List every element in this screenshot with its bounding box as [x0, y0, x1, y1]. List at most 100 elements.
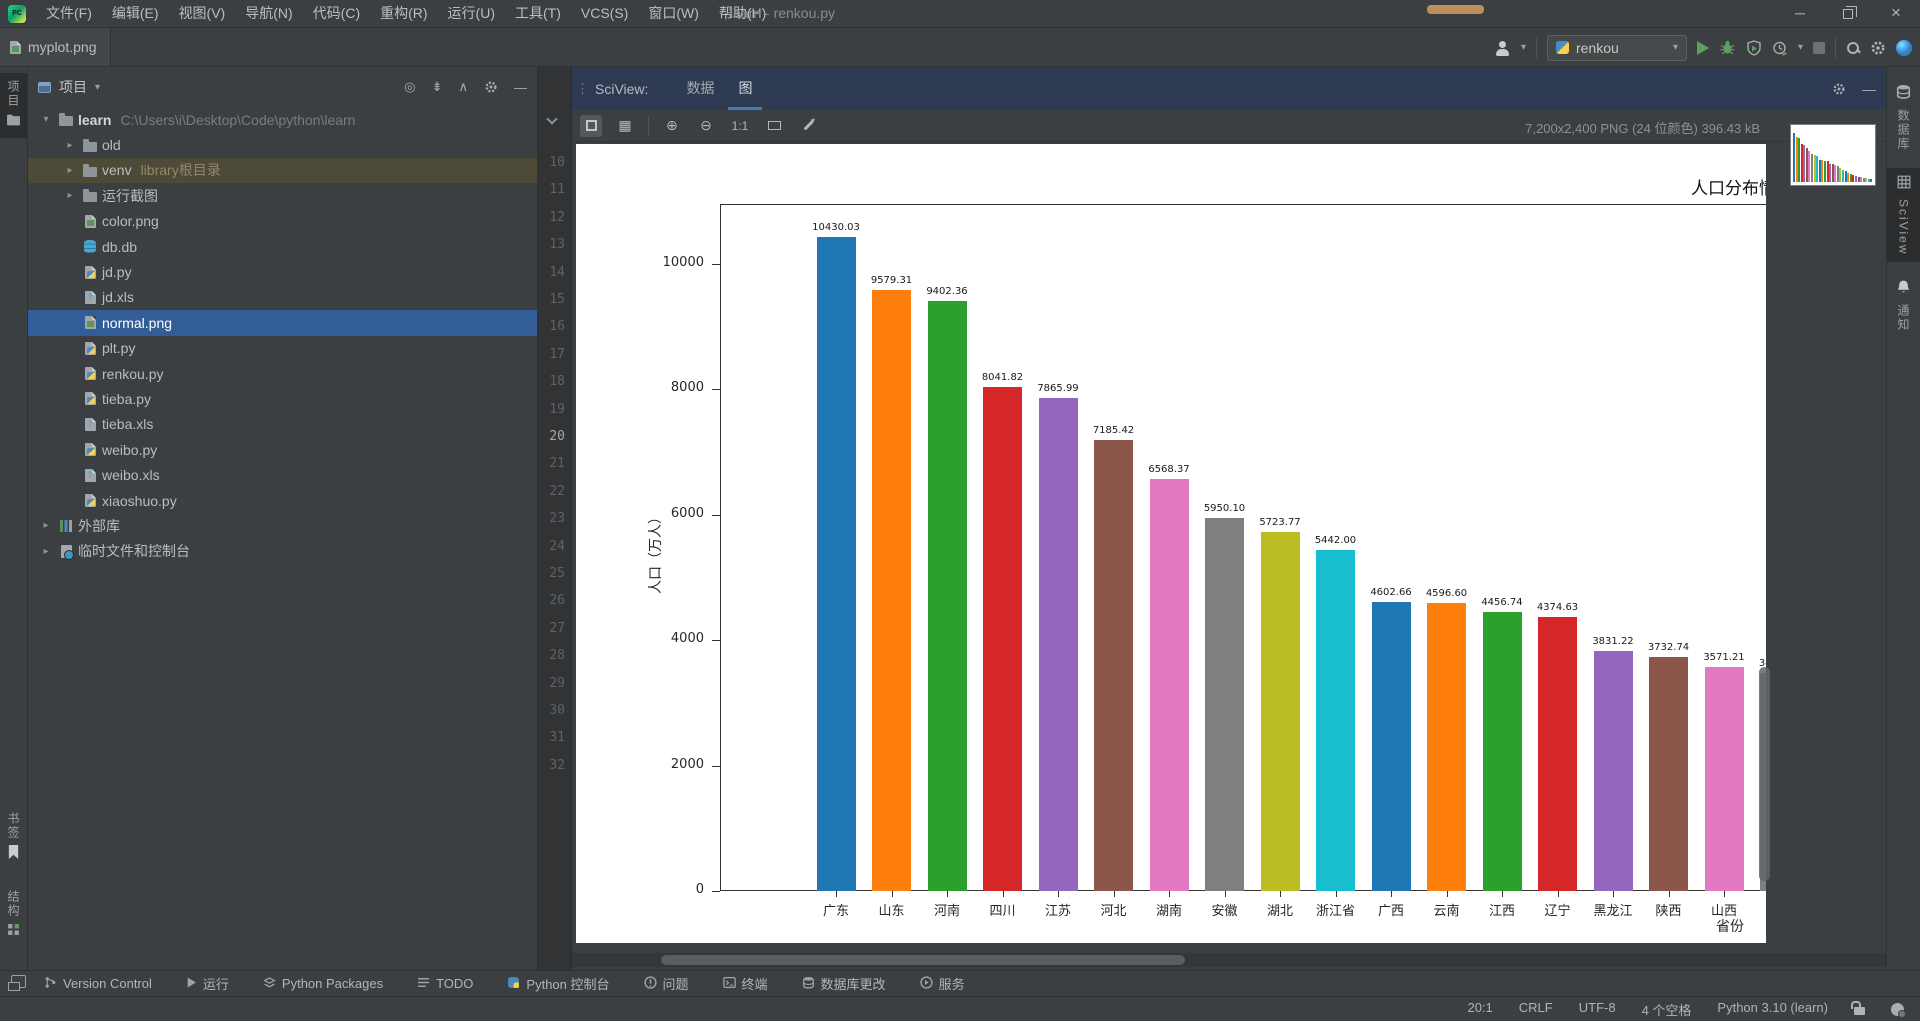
gear-icon[interactable] [1832, 82, 1846, 96]
status-4 个空格[interactable]: 4 个空格 [1642, 1000, 1692, 1019]
tool-button-TODO[interactable]: TODO [417, 976, 473, 992]
edit-icon[interactable] [797, 115, 819, 137]
tree-item-color.png[interactable]: color.png [28, 209, 537, 234]
y-tick-label: 8000 [576, 380, 704, 395]
tree-item-xiaoshuo.py[interactable]: xiaoshuo.py [28, 488, 537, 513]
tree-item-jd.py[interactable]: jd.py [28, 259, 537, 284]
search-everywhere-icon[interactable] [1846, 41, 1860, 55]
tool-button-问题[interactable]: 问题 [644, 974, 689, 993]
grid-icon[interactable]: ▦ [614, 115, 636, 137]
tree-item-运行截图[interactable]: ▸运行截图 [28, 183, 537, 208]
code-with-me-icon[interactable] [1896, 40, 1912, 56]
profiler-button[interactable] [1772, 40, 1788, 56]
frame-icon[interactable] [763, 115, 785, 137]
menu-编辑(E)[interactable]: 编辑(E) [102, 0, 169, 27]
stop-button[interactable] [1813, 42, 1825, 54]
tree-item-normal.png[interactable]: normal.png [28, 310, 537, 335]
tool-button-Python 控制台[interactable]: Python 控制台 [507, 974, 609, 993]
tree-item-临时文件和控制台[interactable]: ▸临时文件和控制台 [28, 539, 537, 564]
vertical-scrollbar[interactable] [1759, 667, 1770, 881]
close-button[interactable]: × [1872, 0, 1920, 28]
actual-size-icon[interactable]: 1:1 [729, 115, 751, 137]
tool-button-终端[interactable]: 终端 [723, 974, 768, 993]
tree-item-db.db[interactable]: db.db [28, 234, 537, 259]
locate-icon[interactable]: ◎ [404, 79, 415, 95]
tree-item-weibo.py[interactable]: weibo.py [28, 437, 537, 462]
tree-item-learn[interactable]: ▾learnC:\Users\i\Desktop\Code\python\lea… [28, 107, 537, 132]
menu-重构(R)[interactable]: 重构(R) [370, 0, 437, 27]
tree-item-tieba.xls[interactable]: tieba.xls [28, 412, 537, 437]
tree-item-jd.xls[interactable]: jd.xls [28, 285, 537, 310]
tool-button-Python Packages[interactable]: Python Packages [263, 976, 383, 992]
coverage-button[interactable] [1746, 40, 1762, 56]
settings-gear-icon[interactable] [1870, 40, 1886, 56]
x-tick-label: 河北 [1082, 900, 1146, 919]
tree-item-外部库[interactable]: ▸外部库 [28, 513, 537, 538]
status-UTF-8[interactable]: UTF-8 [1579, 1000, 1616, 1019]
chevron-right-icon[interactable]: ▸ [60, 140, 80, 151]
menu-VCS(S)[interactable]: VCS(S) [571, 0, 638, 27]
tool-button-服务[interactable]: 服务 [920, 974, 965, 993]
stripe-tab-结构[interactable]: 结构 [0, 883, 27, 948]
hide-icon[interactable]: — [1862, 81, 1876, 97]
tree-item-venv[interactable]: ▸venvlibrary根目录 [28, 158, 537, 183]
chevron-down-icon[interactable]: ▾ [1521, 42, 1526, 53]
highlighting-level-icon[interactable] [1891, 1003, 1904, 1016]
tree-item-renkou.py[interactable]: renkou.py [28, 361, 537, 386]
collapse-all-icon[interactable]: ∧ [458, 79, 468, 95]
menu-导航(N)[interactable]: 导航(N) [235, 0, 302, 27]
debug-button[interactable] [1719, 39, 1736, 56]
run-button[interactable] [1697, 41, 1709, 55]
user-icon[interactable] [1495, 40, 1511, 56]
minimize-button[interactable]: ─ [1776, 0, 1824, 28]
menu-运行(U)[interactable]: 运行(U) [438, 0, 505, 27]
zoom-in-icon[interactable]: ⊕ [661, 115, 683, 137]
chevron-right-icon[interactable]: ▸ [36, 520, 56, 531]
status-20:1[interactable]: 20:1 [1467, 1000, 1492, 1019]
tree-item-plt.py[interactable]: plt.py [28, 336, 537, 361]
chevron-right-icon[interactable]: ▸ [60, 190, 80, 201]
menu-文件(F)[interactable]: 文件(F) [36, 0, 102, 27]
stripe-tab-SciView[interactable]: SciView [1887, 168, 1920, 262]
tab-data[interactable]: 数据 [674, 67, 726, 110]
zoom-out-icon[interactable]: ⊖ [695, 115, 717, 137]
tool-button-数据库更改[interactable]: 数据库更改 [802, 974, 886, 993]
gear-icon[interactable] [484, 80, 498, 94]
menu-代码(C)[interactable]: 代码(C) [303, 0, 370, 27]
chevron-down-icon[interactable]: ▾ [95, 82, 100, 93]
stripe-tab-label: 结构 [5, 890, 22, 918]
horizontal-scrollbar[interactable] [661, 955, 1185, 965]
tab-plot[interactable]: 图 [726, 67, 764, 110]
menu-工具(T)[interactable]: 工具(T) [505, 0, 571, 27]
x-tick-label: 广东 [804, 900, 868, 919]
stripe-tab-书签[interactable]: 书签 [0, 805, 27, 871]
chevron-down-icon[interactable]: ▾ [36, 114, 56, 125]
chevron-down-icon[interactable]: ▾ [1798, 42, 1803, 53]
status-Python 3.10 (learn)[interactable]: Python 3.10 (learn) [1717, 1000, 1828, 1019]
tool-window-switcher-icon[interactable] [11, 975, 26, 988]
tab-myplot[interactable]: myplot.png [0, 28, 111, 66]
chevron-right-icon[interactable]: ▸ [60, 165, 80, 176]
menu-窗口(W)[interactable]: 窗口(W) [638, 0, 709, 27]
stripe-tab-通知[interactable]: 通知 [1887, 272, 1920, 339]
chevron-right-icon[interactable]: ▸ [36, 546, 56, 557]
stripe-tab-label: 数据库 [1895, 109, 1912, 151]
lock-icon[interactable] [1854, 1007, 1865, 1015]
stripe-tab-项目[interactable]: 项目 [0, 73, 27, 138]
status-CRLF[interactable]: CRLF [1519, 1000, 1553, 1019]
hide-icon[interactable]: — [514, 80, 527, 95]
chevron-down-icon[interactable] [546, 113, 557, 124]
menu-视图(V)[interactable]: 视图(V) [169, 0, 236, 27]
tool-button-运行[interactable]: 运行 [186, 974, 229, 993]
stripe-tab-数据库[interactable]: 数据库 [1887, 77, 1920, 158]
run-config-select[interactable]: renkou ▾ [1547, 35, 1687, 61]
tree-item-tieba.py[interactable]: tieba.py [28, 386, 537, 411]
restore-button[interactable] [1824, 0, 1872, 28]
tree-item-weibo.xls[interactable]: weibo.xls [28, 462, 537, 487]
line-number-25: 25 [539, 566, 565, 582]
fit-zoom-icon[interactable] [580, 115, 602, 137]
scroll-to-source-icon[interactable]: ⇟ [432, 79, 443, 95]
tree-item-old[interactable]: ▸old [28, 132, 537, 157]
tool-button-Version Control[interactable]: Version Control [44, 976, 152, 992]
drag-handle-icon[interactable]: ⋮ [576, 81, 589, 97]
